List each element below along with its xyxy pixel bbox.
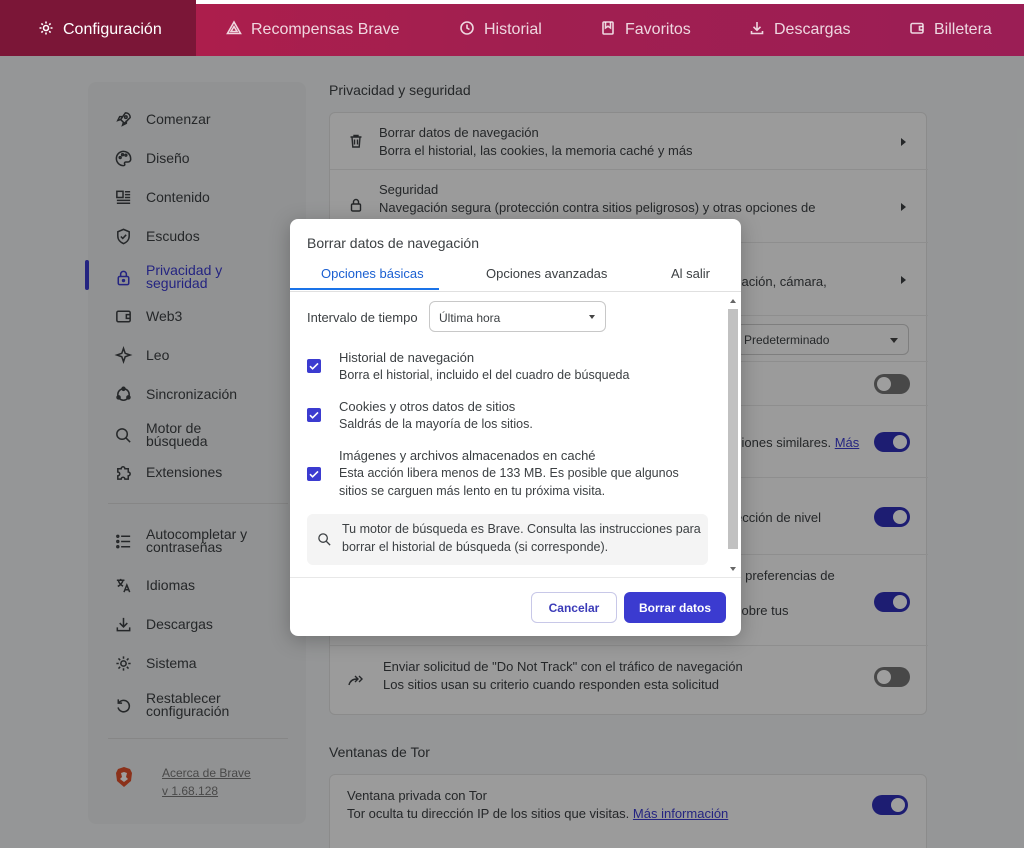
interval-select[interactable]: Última hora: [429, 301, 606, 332]
interval-value: Última hora: [439, 311, 501, 325]
cookies-checkbox[interactable]: [307, 408, 321, 422]
footer-divider: [290, 577, 741, 578]
option-desc: Borra el historial, incluido el del cuad…: [339, 368, 630, 382]
option-desc: Saldrás de la mayoría de los sitios.: [339, 417, 533, 431]
gear-icon: [38, 20, 54, 41]
cancel-button[interactable]: Cancelar: [531, 592, 617, 623]
tab-divider: [290, 291, 741, 292]
tab-configuracion[interactable]: Configuración: [0, 0, 196, 56]
clear-data-dialog: Borrar datos de navegación Opciones bási…: [290, 219, 741, 636]
top-navigation: Configuración Recompensas Brave Historia…: [0, 0, 1024, 56]
clear-data-button[interactable]: Borrar datos: [624, 592, 726, 623]
dialog-scrollbar[interactable]: [728, 295, 738, 575]
search-icon: [317, 532, 332, 547]
history-checkbox[interactable]: [307, 359, 321, 373]
tab-basic[interactable]: Opciones básicas: [321, 266, 424, 281]
download-icon: [749, 20, 765, 41]
check-icon: [309, 411, 319, 419]
scroll-down-icon: [730, 567, 736, 571]
cache-checkbox[interactable]: [307, 467, 321, 481]
tab-descargas[interactable]: Descargas: [749, 0, 850, 56]
tab-label: Configuración: [63, 21, 162, 38]
tab-favoritos[interactable]: Favoritos: [600, 0, 691, 56]
active-tab-underline: [290, 288, 439, 290]
bookmark-icon: [600, 20, 616, 41]
tab-recompensas[interactable]: Recompensas Brave: [226, 0, 400, 56]
tab-label: Favoritos: [625, 21, 691, 38]
tab-billetera[interactable]: Billetera: [909, 0, 992, 56]
scrollbar-thumb[interactable]: [728, 309, 738, 549]
option-title: Cookies y otros datos de sitios: [339, 399, 516, 414]
tab-label: Descargas: [774, 21, 851, 38]
check-icon: [309, 470, 319, 478]
tab-label: Recompensas Brave: [251, 21, 400, 38]
chevron-down-icon: [589, 315, 595, 319]
tab-label: Billetera: [934, 21, 992, 38]
tab-historial[interactable]: Historial: [459, 0, 542, 56]
history-icon: [459, 20, 475, 41]
option-desc: Esta acción libera menos de 133 MB. Es p…: [339, 466, 679, 498]
info-text: Tu motor de búsqueda es Brave. Consulta …: [342, 522, 701, 554]
interval-label: Intervalo de tiempo: [307, 310, 418, 325]
tab-label: Historial: [484, 21, 542, 38]
tab-on-exit[interactable]: Al salir: [671, 266, 710, 281]
option-title: Imágenes y archivos almacenados en caché: [339, 448, 596, 463]
option-title: Historial de navegación: [339, 350, 475, 365]
tab-advanced[interactable]: Opciones avanzadas: [486, 266, 607, 281]
wallet-icon: [909, 20, 925, 41]
search-engine-info: Tu motor de búsqueda es Brave. Consulta …: [307, 514, 708, 565]
check-icon: [309, 362, 319, 370]
scroll-up-icon: [730, 299, 736, 303]
dialog-title: Borrar datos de navegación: [307, 235, 479, 251]
triangle-icon: [226, 19, 242, 41]
